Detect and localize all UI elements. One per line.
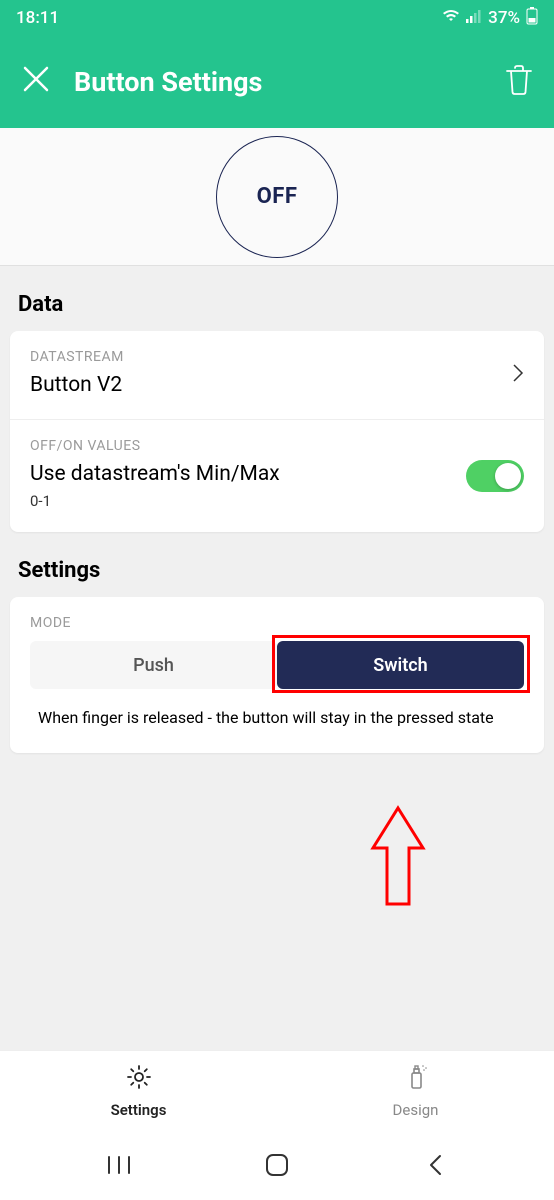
tab-settings[interactable]: Settings (0, 1051, 277, 1130)
battery-percent: 37% (488, 8, 520, 28)
status-right: 37% (442, 7, 538, 30)
section-label-settings: Settings (0, 532, 554, 597)
data-card: DATASTREAM Button V2 OFF/ON VALUES Use d… (10, 331, 544, 532)
preview-state-label: OFF (257, 184, 298, 209)
settings-card: MODE Push Switch When finger is released… (10, 597, 544, 753)
mode-option-switch[interactable]: Switch (277, 641, 524, 689)
offon-toggle[interactable] (466, 460, 524, 492)
nav-back[interactable] (405, 1153, 465, 1177)
app-header: Button Settings (0, 36, 554, 128)
trash-icon[interactable] (506, 65, 532, 99)
datastream-label: DATASTREAM (30, 349, 524, 365)
close-icon[interactable] (22, 63, 50, 101)
offon-value: Use datastream's Min/Max (30, 462, 524, 486)
offon-label: OFF/ON VALUES (30, 438, 524, 454)
nav-home[interactable] (247, 1152, 307, 1178)
mode-option-push[interactable]: Push (30, 641, 277, 689)
bottom-tabs: Settings Design (0, 1050, 554, 1130)
offon-range: 0-1 (30, 492, 524, 510)
battery-icon (526, 7, 538, 30)
mode-description: When finger is released - the button wil… (30, 707, 524, 729)
button-preview: OFF (0, 128, 554, 266)
chevron-right-icon (512, 363, 524, 387)
tab-design-label: Design (393, 1101, 439, 1119)
offon-values-row: OFF/ON VALUES Use datastream's Min/Max 0… (10, 419, 544, 532)
datastream-value: Button V2 (30, 373, 524, 397)
spray-icon (402, 1063, 430, 1095)
android-nav-bar (0, 1130, 554, 1200)
page-title: Button Settings (74, 66, 482, 98)
tab-design[interactable]: Design (277, 1051, 554, 1130)
signal-icon (466, 8, 482, 28)
mode-segmented: Push Switch (30, 641, 524, 689)
preview-button[interactable]: OFF (216, 136, 338, 258)
datastream-row[interactable]: DATASTREAM Button V2 (10, 331, 544, 419)
status-bar: 18:11 37% (0, 0, 554, 36)
mode-row: MODE Push Switch When finger is released… (10, 597, 544, 753)
arrow-annotation (367, 804, 429, 916)
section-label-data: Data (0, 266, 554, 331)
toggle-knob (495, 463, 521, 489)
nav-recents[interactable] (89, 1155, 149, 1175)
mode-label: MODE (30, 615, 524, 631)
gear-icon (125, 1063, 153, 1095)
tab-settings-label: Settings (111, 1101, 167, 1119)
status-time: 18:11 (16, 8, 59, 28)
wifi-icon (442, 8, 460, 28)
